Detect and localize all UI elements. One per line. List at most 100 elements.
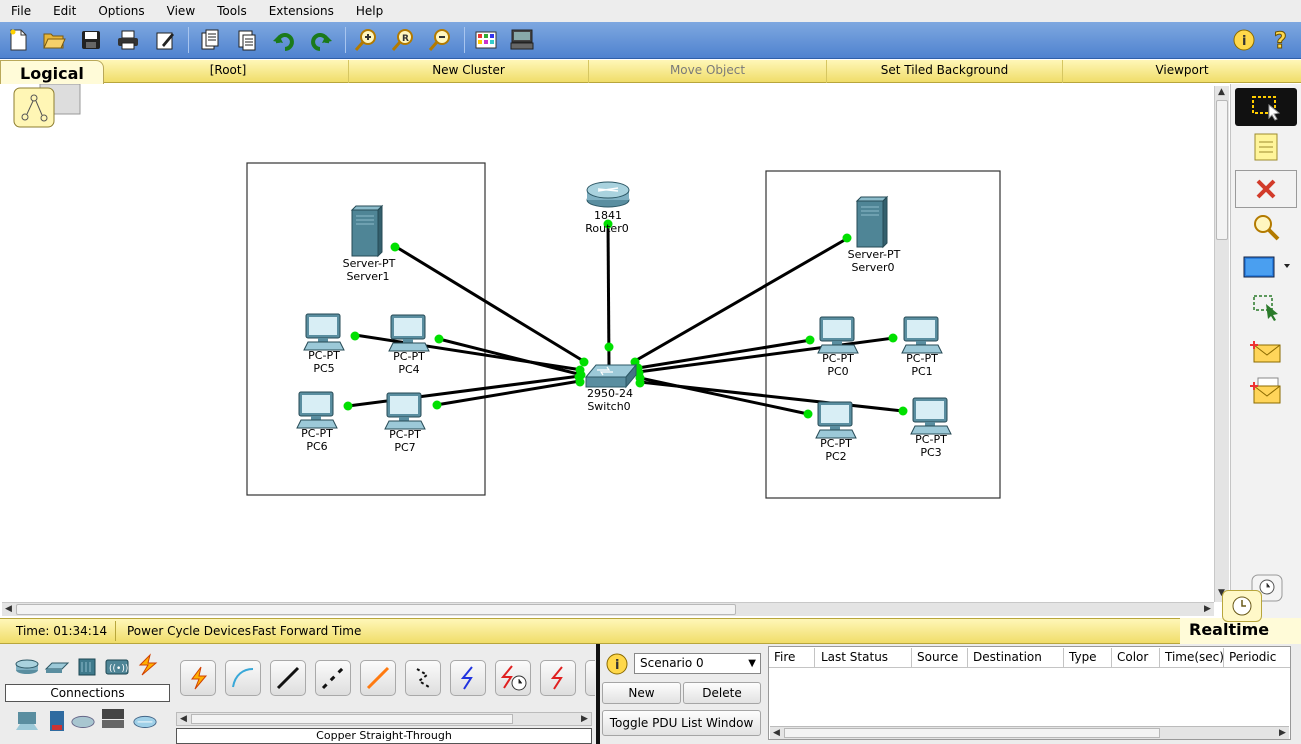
switch0-device[interactable]: 2950-24 Switch0 bbox=[584, 363, 638, 413]
inspect-tool-icon[interactable] bbox=[1235, 208, 1297, 246]
pc4-device[interactable]: PC-PT PC4 bbox=[388, 314, 430, 376]
connections-category-icon[interactable] bbox=[134, 653, 160, 676]
menu-help[interactable]: Help bbox=[345, 0, 394, 22]
octal-cable-icon[interactable] bbox=[585, 660, 595, 696]
pc6-device[interactable]: PC-PT PC6 bbox=[296, 391, 338, 453]
copy-icon[interactable] bbox=[196, 26, 224, 54]
pdu-horizontal-scrollbar[interactable]: ◀ ▶ bbox=[770, 726, 1289, 739]
delete-scenario-button[interactable]: Delete bbox=[683, 682, 761, 704]
connections-scroll-left[interactable]: ◀ bbox=[177, 713, 190, 726]
scroll-up-arrow[interactable]: ▲ bbox=[1215, 86, 1228, 99]
end-devices-category-icon[interactable] bbox=[14, 710, 40, 732]
pdu-scroll-right[interactable]: ▶ bbox=[1276, 727, 1289, 740]
connections-scrollbar[interactable]: ◀ ▶ bbox=[176, 712, 592, 726]
custom-device-icon[interactable] bbox=[508, 26, 536, 54]
pc5-name-label: PC5 bbox=[313, 362, 334, 375]
menu-view[interactable]: View bbox=[156, 0, 206, 22]
pc0-device[interactable]: PC-PT PC0 bbox=[817, 316, 859, 378]
server1-device[interactable]: Server-PT Server1 bbox=[343, 204, 396, 283]
activity-wizard-icon[interactable] bbox=[151, 26, 179, 54]
place-note-icon[interactable] bbox=[1235, 128, 1297, 166]
help-icon[interactable]: ? bbox=[1267, 26, 1295, 54]
connections-scroll-thumb[interactable] bbox=[191, 714, 513, 724]
print-icon[interactable] bbox=[114, 26, 142, 54]
palette-icon[interactable] bbox=[472, 26, 500, 54]
pdu-header-divider bbox=[769, 667, 1290, 668]
set-tiled-background-button[interactable]: Set Tiled Background bbox=[826, 60, 1062, 83]
new-scenario-button[interactable]: New bbox=[602, 682, 681, 704]
zoom-in-icon[interactable] bbox=[352, 26, 380, 54]
workspace-horizontal-scrollbar[interactable]: ◀ ▶ bbox=[2, 602, 1214, 616]
copper-straight-through-icon[interactable] bbox=[270, 660, 306, 696]
logical-navigation-icon[interactable] bbox=[13, 84, 81, 128]
logical-workspace[interactable]: 1841 Router0 2950-24 Switch0 Server-PT S… bbox=[0, 84, 1214, 602]
custom-made-devices-category-icon[interactable] bbox=[100, 708, 126, 730]
hubs-category-icon[interactable] bbox=[74, 656, 100, 678]
scenario-info-icon[interactable]: i bbox=[605, 652, 631, 676]
router0-device[interactable]: 1841 Router0 bbox=[585, 181, 630, 235]
pdu-scroll-left[interactable]: ◀ bbox=[770, 727, 783, 740]
serial-dte-icon[interactable] bbox=[540, 660, 576, 696]
paste-icon[interactable] bbox=[233, 26, 261, 54]
phone-cable-icon[interactable] bbox=[405, 660, 441, 696]
wan-emulation-category-icon[interactable] bbox=[70, 710, 96, 732]
coaxial-cable-icon[interactable] bbox=[450, 660, 486, 696]
delete-tool-icon[interactable] bbox=[1235, 170, 1297, 208]
undo-icon[interactable] bbox=[270, 26, 298, 54]
time-display: Time: 01:34:14 bbox=[16, 624, 108, 638]
routers-category-icon[interactable] bbox=[14, 656, 40, 678]
serial-dce-icon[interactable] bbox=[495, 660, 531, 696]
power-cycle-devices-button[interactable]: Power Cycle Devices bbox=[127, 624, 251, 638]
multiuser-connection-category-icon[interactable] bbox=[132, 710, 158, 732]
fiber-cable-icon[interactable] bbox=[360, 660, 396, 696]
pdu-scroll-thumb[interactable] bbox=[784, 728, 1160, 738]
select-tool-icon[interactable] bbox=[1235, 88, 1297, 126]
menu-options[interactable]: Options bbox=[87, 0, 155, 22]
new-icon[interactable] bbox=[4, 26, 32, 54]
switches-category-icon[interactable] bbox=[44, 656, 70, 678]
auto-connection-icon[interactable] bbox=[180, 660, 216, 696]
toggle-pdu-list-button[interactable]: Toggle PDU List Window bbox=[602, 710, 761, 736]
pc2-device[interactable]: PC-PT PC2 bbox=[815, 401, 857, 463]
pc3-device[interactable]: PC-PT PC3 bbox=[910, 397, 952, 459]
wireless-devices-category-icon[interactable]: ((•)) bbox=[104, 656, 130, 678]
pc7-device[interactable]: PC-PT PC7 bbox=[384, 392, 426, 454]
menu-edit[interactable]: Edit bbox=[42, 0, 87, 22]
menu-tools[interactable]: Tools bbox=[206, 0, 258, 22]
server1-model-label: Server-PT bbox=[343, 257, 396, 270]
redo-icon[interactable] bbox=[307, 26, 335, 54]
zoom-reset-icon[interactable]: R bbox=[389, 26, 417, 54]
draw-rectangle-icon[interactable] bbox=[1235, 248, 1297, 286]
scroll-left-arrow[interactable]: ◀ bbox=[2, 603, 15, 616]
pdu-column-destination: Destination bbox=[968, 648, 1064, 668]
open-icon[interactable] bbox=[40, 26, 68, 54]
fast-forward-time-button[interactable]: Fast Forward Time bbox=[252, 624, 361, 638]
server0-device[interactable]: Server-PT Server0 bbox=[848, 195, 901, 274]
resize-shape-icon[interactable] bbox=[1235, 288, 1297, 326]
toolbar-separator bbox=[188, 27, 189, 53]
menu-file[interactable]: File bbox=[0, 0, 42, 22]
root-button[interactable]: [Root] bbox=[108, 60, 348, 83]
pc1-device[interactable]: PC-PT PC1 bbox=[901, 316, 943, 378]
viewport-button[interactable]: Viewport bbox=[1062, 60, 1301, 83]
vertical-scroll-thumb[interactable] bbox=[1216, 100, 1228, 240]
horizontal-scroll-thumb[interactable] bbox=[16, 604, 736, 615]
realtime-clock-icon[interactable] bbox=[1222, 590, 1262, 622]
console-cable-icon[interactable] bbox=[225, 660, 261, 696]
add-simple-pdu-icon[interactable] bbox=[1235, 332, 1297, 370]
copper-cross-over-icon[interactable] bbox=[315, 660, 351, 696]
save-icon[interactable] bbox=[77, 26, 105, 54]
new-cluster-button[interactable]: New Cluster bbox=[348, 60, 588, 83]
add-complex-pdu-icon[interactable] bbox=[1235, 372, 1297, 410]
connections-scroll-right[interactable]: ▶ bbox=[578, 713, 591, 726]
move-object-button[interactable]: Move Object bbox=[588, 60, 826, 83]
security-category-icon[interactable] bbox=[44, 710, 70, 732]
zoom-out-icon[interactable] bbox=[426, 26, 454, 54]
svg-text:i: i bbox=[1242, 34, 1246, 49]
menu-extensions[interactable]: Extensions bbox=[258, 0, 345, 22]
scenario-select[interactable]: Scenario 0 ▼ bbox=[634, 653, 761, 674]
workspace-vertical-scrollbar[interactable]: ▲ ▼ bbox=[1214, 86, 1229, 602]
pc5-device[interactable]: PC-PT PC5 bbox=[303, 313, 345, 375]
info-icon[interactable]: i bbox=[1230, 26, 1258, 54]
scroll-right-arrow[interactable]: ▶ bbox=[1201, 603, 1214, 616]
